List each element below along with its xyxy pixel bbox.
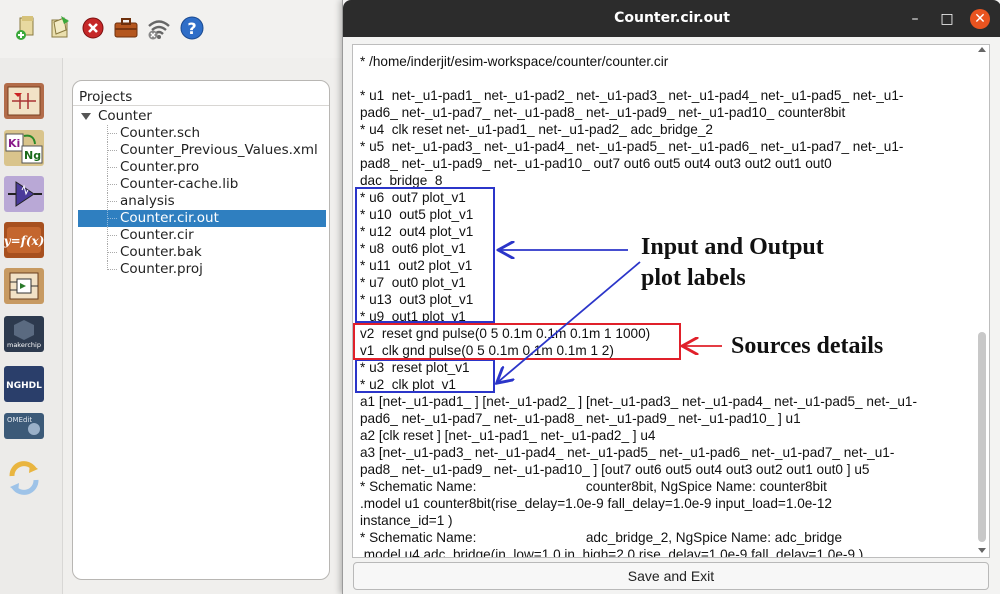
input-output-label-line1: Input and Output — [641, 234, 824, 260]
annotation-arrows — [0, 0, 722, 594]
input-output-label-line2: plot labels — [641, 265, 746, 291]
arrow-to-input-plots — [498, 261, 641, 382]
sources-label: Sources details — [731, 333, 884, 359]
